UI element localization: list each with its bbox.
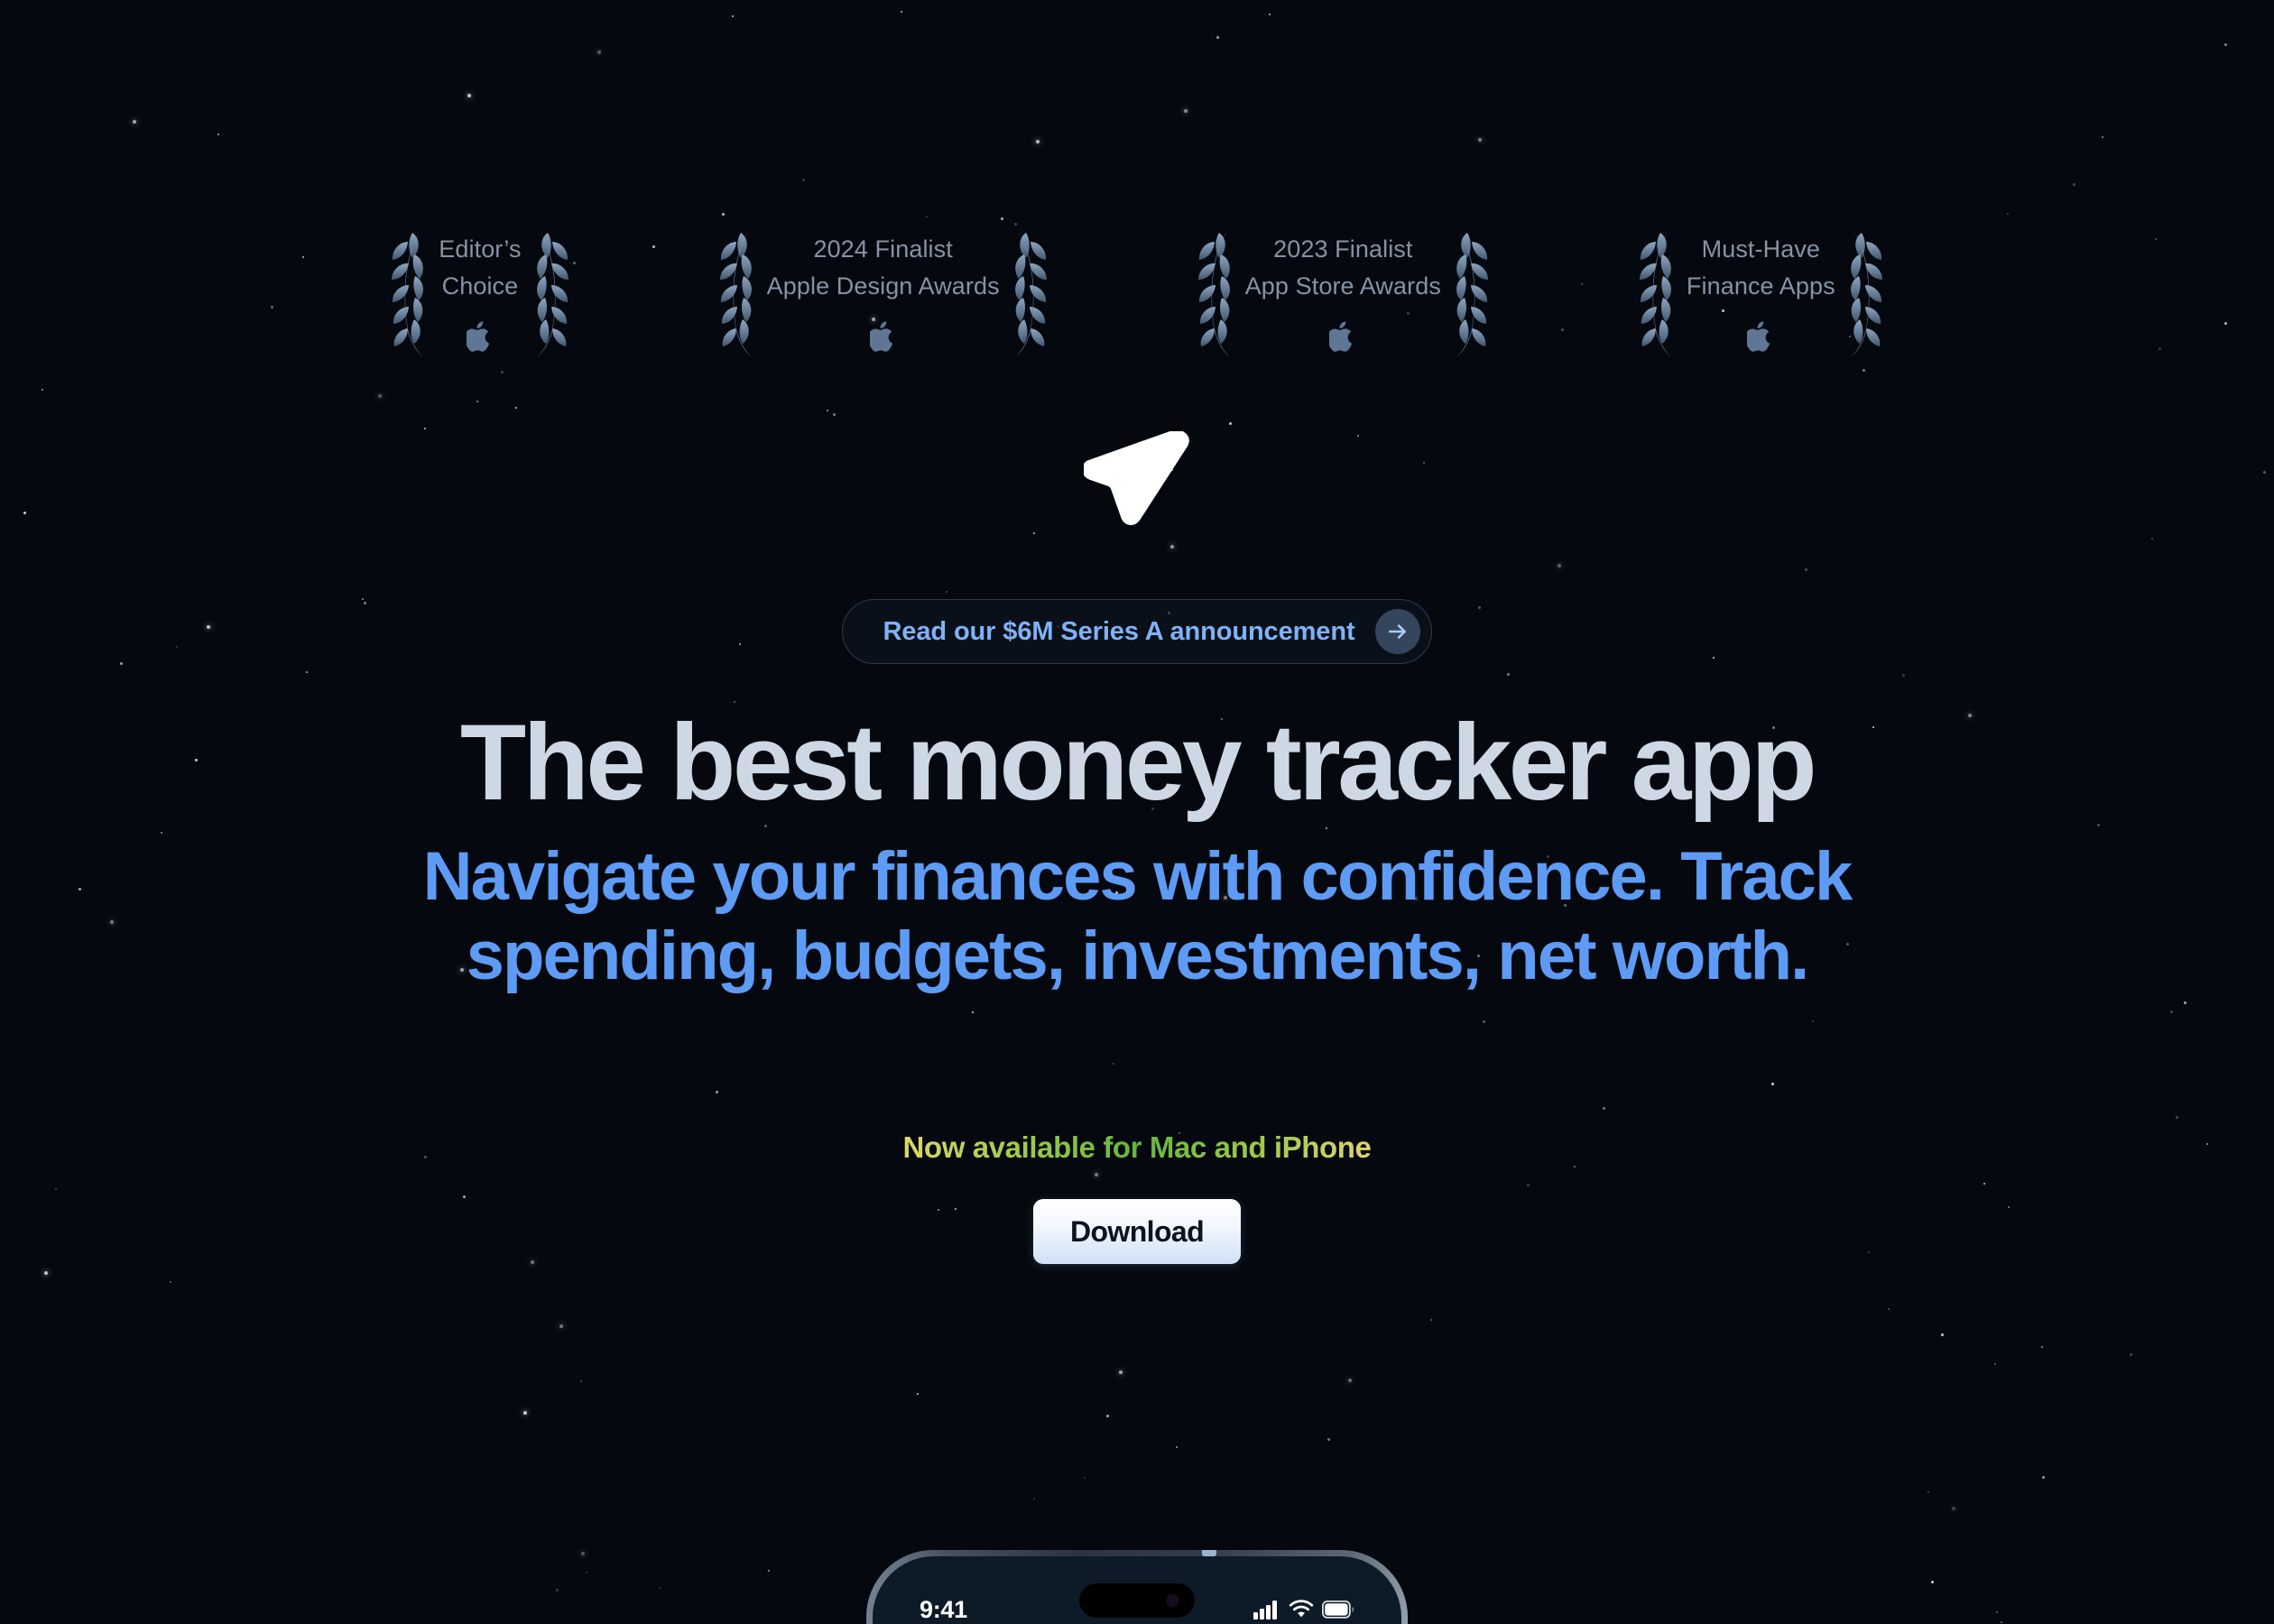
laurel-branch-right-icon	[1014, 231, 1047, 356]
awards-row: Editor’s Choice 2024 Finalist Apple Desi…	[0, 226, 2274, 361]
award-text: Editor’s Choice	[433, 234, 526, 352]
laurel-branch-left-icon	[1639, 231, 1671, 356]
apple-logo-icon	[466, 320, 490, 352]
award-badge: 2024 Finalist Apple Design Awards	[698, 226, 1068, 361]
announcement-label: Read our $6M Series A announcement	[883, 616, 1355, 646]
brand-logo	[1084, 431, 1190, 527]
page-title: The best money tracker app	[459, 702, 1817, 823]
award-text: Must-Have Finance Apps	[1681, 234, 1841, 352]
laurel-branch-right-icon	[1850, 231, 1882, 356]
award-line-2: Finance Apps	[1686, 272, 1835, 300]
award-line-1: 2023 Finalist	[1273, 235, 1413, 263]
award-text: 2023 Finalist App Store Awards	[1240, 234, 1447, 352]
award-line-1: Must-Have	[1701, 235, 1821, 263]
series-a-announcement-link[interactable]: Read our $6M Series A announcement	[842, 599, 1432, 664]
award-line-2: Choice	[441, 272, 519, 300]
arrow-right-icon[interactable]	[1374, 609, 1420, 654]
laurel-branch-left-icon	[719, 231, 752, 356]
laurel-branch-right-icon	[536, 231, 568, 356]
apple-logo-icon	[1747, 320, 1770, 352]
download-button[interactable]: Download	[1033, 1199, 1241, 1265]
laurel-branch-left-icon	[1197, 231, 1230, 356]
award-line-2: App Store Awards	[1244, 272, 1441, 300]
laurel-branch-left-icon	[392, 231, 424, 356]
apple-logo-icon	[1329, 320, 1353, 352]
apple-logo-icon	[869, 320, 892, 352]
laurel-branch-right-icon	[1456, 231, 1488, 356]
award-line-1: 2024 Finalist	[813, 235, 953, 263]
award-line-1: Editor’s	[439, 235, 522, 263]
page-subtitle: Navigate your finances with confidence. …	[422, 838, 1853, 994]
award-line-2: Apple Design Awards	[766, 272, 1000, 300]
copilot-cursor-arrow-logo	[1084, 431, 1189, 525]
availability-text: Now available for Mac and iPhone	[902, 1130, 1372, 1165]
award-badge: Editor’s Choice	[370, 226, 589, 361]
award-text: 2024 Finalist Apple Design Awards	[762, 234, 1005, 352]
award-badge: 2023 Finalist App Store Awards	[1177, 226, 1510, 361]
hero-page: Editor’s Choice 2024 Finalist Apple Desi…	[0, 0, 2274, 1624]
award-badge: Must-Have Finance Apps	[1618, 226, 1904, 361]
